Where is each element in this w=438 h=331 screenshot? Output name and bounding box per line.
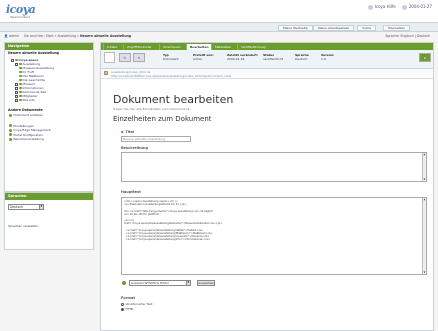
folder-icon <box>15 58 18 62</box>
main-panel: Inhalte Zugriff/Kontrolle Vorschauen Bea… <box>100 42 434 331</box>
description-textarea[interactable] <box>121 152 427 182</box>
logo-subtitle: OpenContent <box>10 15 30 19</box>
folder-icon <box>19 82 22 86</box>
folder-icon <box>19 98 22 102</box>
select-editor-button[interactable]: Auswählen <box>197 280 215 286</box>
create-document-link[interactable]: Dokument erstellen <box>5 113 93 118</box>
expand-icon[interactable] <box>15 94 18 98</box>
breadcrumb-current: Neuere aktuelle Ausstellung <box>80 34 132 38</box>
folder-icon <box>19 62 22 66</box>
document-icon <box>19 66 22 70</box>
edit-icon[interactable]: ✎ <box>133 53 145 62</box>
tab-startseite[interactable]: Meine Startseite <box>278 25 313 31</box>
expand-icon[interactable] <box>15 98 18 102</box>
info-modified: Zuletzt verändert: 2004-01-16 <box>227 53 258 61</box>
navigation-tree: icoya-space Ausstellung Museumsausstellu… <box>5 58 93 102</box>
user-admin-link[interactable]: Benutzerverwaltung <box>5 137 93 142</box>
info-language: Sprache Deutsch <box>295 53 309 61</box>
language-widget: Sprachen Deutsch ▼ Sprachen verwalten <box>4 192 94 250</box>
format-label: Format <box>121 296 136 300</box>
admin-links: Einstellungen Icoya Edge Management Port… <box>5 124 93 142</box>
info-status: Status veröffentlicht <box>263 53 284 61</box>
path-line-2[interactable]: http://localhost:8080/icoya-space/de/aus… <box>111 74 231 78</box>
language-select[interactable]: Deutsch ▼ <box>8 204 44 210</box>
expand-icon[interactable] <box>15 90 18 94</box>
users-icon <box>9 137 12 141</box>
folder-icon <box>19 90 22 94</box>
language-widget-heading: Sprachen <box>5 193 93 200</box>
document-info-bar: ⎘ ✎ Typ Dokument Erstellt von: admin Zulet… <box>101 50 433 69</box>
add-icon <box>9 113 12 117</box>
tree-item[interactable]: Site Info <box>11 98 93 102</box>
document-type-icon <box>104 52 115 63</box>
copy-icon[interactable]: ⎘ <box>119 53 131 62</box>
expand-icon[interactable] <box>15 62 18 66</box>
top-header: icoya OpenContent Icoya Hilfe 2004-01-27 <box>0 0 438 22</box>
title-input[interactable]: Neuere aktuelle Ausstellung <box>121 136 191 142</box>
editor-icon <box>122 281 126 285</box>
tab-suche[interactable]: Suche <box>357 25 377 31</box>
content-tabs: Inhalte Zugriff/Kontrolle Vorschauen Bea… <box>101 43 433 50</box>
sidebar: Navigation Neuere aktuelle Ausstellung i… <box>4 42 94 192</box>
radio-button[interactable] <box>121 307 124 311</box>
breadcrumb: 👤 admin Sie sind hier: Start » Ausstellu… <box>4 33 434 40</box>
portal-icon <box>9 133 12 137</box>
sidebar-heading: Navigation <box>5 43 93 50</box>
info-version: Version 1.0 <box>321 53 334 61</box>
chevron-down-icon[interactable]: ▼ <box>39 205 43 209</box>
page-intro: Tragen Sie hier alle Einzelheiten zum Do… <box>113 107 192 111</box>
manage-languages-link[interactable]: Sprachen verwalten <box>8 224 38 228</box>
date-display: 2004-01-27 <box>401 4 432 10</box>
language-switch[interactable]: Sprache: Englisch | Deutsch <box>385 33 430 40</box>
document-icon <box>19 70 22 74</box>
maintext-field-label: Haupttext <box>121 190 141 194</box>
sidebar-current-doc[interactable]: Neuere aktuelle Ausstellung <box>5 50 93 56</box>
scrollbar[interactable] <box>422 198 426 274</box>
info-created: Erstellt von: admin <box>193 53 214 61</box>
tab-arbeitspakete[interactable]: Meine Arbeitspakete <box>313 25 354 31</box>
editor-select[interactable]: Auswahl WYSIWYG Editor ▼ <box>129 280 191 286</box>
folder-icon <box>19 94 22 98</box>
tab-uebersetzen[interactable]: Übersetzen <box>383 25 411 31</box>
description-field-label: Beschreibung <box>121 146 148 150</box>
help-link[interactable]: Icoya Hilfe <box>367 4 396 10</box>
chevron-down-icon[interactable]: ▼ <box>186 281 190 285</box>
server-icon <box>9 128 12 132</box>
document-icon <box>19 78 22 82</box>
folder-icon <box>19 86 22 90</box>
expand-icon[interactable] <box>15 86 18 90</box>
format-option-html[interactable]: HTML <box>121 307 134 311</box>
page-title: Dokument bearbeiten <box>113 93 234 106</box>
breadcrumb-path[interactable]: Sie sind hier: Start » Ausstellung » <box>24 34 80 38</box>
document-path: ausstellung/index_html.de http://localho… <box>101 69 433 79</box>
title-field-label: ▪ Titel <box>121 130 135 134</box>
top-tab-bar: Meine Startseite Meine Arbeitspakete Suc… <box>0 22 438 32</box>
radio-button[interactable] <box>121 302 124 306</box>
document-icon <box>104 70 108 75</box>
format-option-structured[interactable]: strukturierter Text <box>121 302 153 306</box>
username[interactable]: admin <box>9 34 19 38</box>
save-icon[interactable]: ➤ <box>419 53 431 62</box>
info-type: Typ Dokument <box>163 53 179 61</box>
gear-icon <box>9 124 12 128</box>
expand-icon[interactable] <box>15 82 18 86</box>
scrollbar[interactable] <box>422 153 426 181</box>
header-right: Icoya Hilfe 2004-01-27 <box>367 4 432 10</box>
required-icon: ▪ <box>121 130 124 134</box>
section-title: Einzelheiten zum Dokument <box>113 115 212 123</box>
help-icon <box>367 4 373 10</box>
clock-icon <box>401 4 407 10</box>
document-icon <box>19 74 22 78</box>
maintext-textarea[interactable]: <div><span>Ausstellung</span><br /> <p>F… <box>121 197 427 275</box>
expand-icon[interactable] <box>11 58 14 62</box>
